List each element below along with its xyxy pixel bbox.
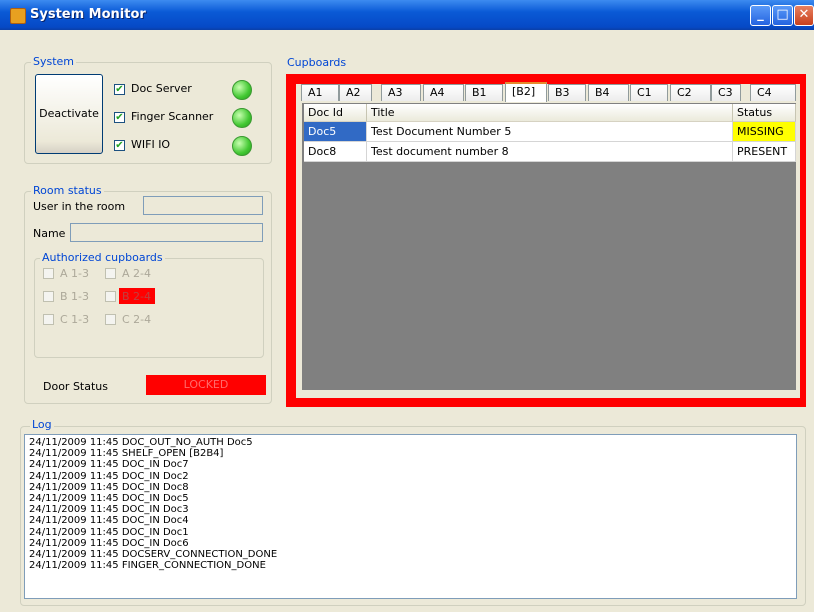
row2-doc-id[interactable]: Doc8 [304, 142, 367, 162]
app-icon [10, 8, 26, 24]
tab-c2[interactable]: C2 [670, 84, 711, 101]
cupboard-a24-checkbox[interactable] [105, 268, 116, 279]
cupboard-b24-checkbox[interactable] [105, 291, 116, 302]
row2-title[interactable]: Test document number 8 [367, 142, 733, 162]
cupboard-c24-label: C 2-4 [122, 313, 152, 326]
log-line: 24/11/2009 11:45 DOC_IN Doc5 [29, 493, 189, 505]
name-field[interactable] [70, 223, 263, 242]
wifi-io-status-icon [232, 136, 252, 156]
column-header-status[interactable]: Status [733, 104, 796, 122]
close-button[interactable]: ✕ [794, 5, 814, 26]
log-textbox[interactable]: 24/11/2009 11:45 DOC_OUT_NO_AUTH Doc5 24… [24, 434, 797, 599]
tab-b2[interactable]: [B2] [505, 82, 547, 102]
log-line: 24/11/2009 11:45 DOC_IN Doc7 [29, 459, 189, 471]
minimize-button[interactable]: _ [750, 5, 771, 26]
log-line: 24/11/2009 11:45 DOC_IN Doc1 [29, 526, 189, 538]
cupboard-b24-label: B 2-4 [122, 290, 152, 303]
window-title: System Monitor [30, 7, 146, 22]
cupboard-c24-checkbox[interactable] [105, 314, 116, 325]
finger-scanner-label: Finger Scanner [131, 110, 214, 123]
log-line: 24/11/2009 11:45 DOC_IN Doc8 [29, 481, 189, 493]
tab-a4[interactable]: A4 [423, 84, 464, 101]
tab-c1[interactable]: C1 [630, 84, 668, 101]
cupboard-c13-label: C 1-3 [60, 313, 90, 326]
tab-b1[interactable]: B1 [465, 84, 503, 101]
maximize-button[interactable]: □ [772, 5, 793, 26]
deactivate-button[interactable]: Deactivate [35, 74, 103, 154]
row2-status[interactable]: PRESENT [733, 142, 796, 162]
tab-c4[interactable]: C4 [750, 84, 796, 101]
log-line: 24/11/2009 11:45 FINGER_CONNECTION_DONE [29, 560, 266, 572]
log-line: 24/11/2009 11:45 SHELF_OPEN [B2B4] [29, 448, 224, 460]
tab-b4[interactable]: B4 [588, 84, 629, 101]
column-header-doc-id[interactable]: Doc Id [304, 104, 367, 122]
doc-server-checkbox[interactable]: ✔ [114, 84, 125, 95]
cupboard-a24-label: A 2-4 [122, 267, 151, 280]
user-field[interactable] [143, 196, 263, 215]
log-line: 24/11/2009 11:45 DOC_IN Doc3 [29, 504, 189, 516]
log-line: 24/11/2009 11:45 DOCSERV_CONNECTION_DONE [29, 549, 278, 561]
cupboard-a13-label: A 1-3 [60, 267, 89, 280]
door-status-indicator: LOCKED [146, 375, 266, 395]
wifi-io-checkbox[interactable]: ✔ [114, 140, 125, 151]
authorized-cupboards-legend: Authorized cupboards [40, 251, 165, 264]
cupboard-c13-checkbox[interactable] [43, 314, 54, 325]
wifi-io-label: WIFI IO [131, 138, 171, 151]
finger-scanner-status-icon [232, 108, 252, 128]
door-status-label: Door Status [43, 380, 109, 393]
log-line: 24/11/2009 11:45 DOC_IN Doc2 [29, 470, 189, 482]
name-label: Name [33, 227, 66, 240]
doc-server-status-icon [232, 80, 252, 100]
cupboard-b13-label: B 1-3 [60, 290, 90, 303]
doc-server-label: Doc Server [131, 82, 192, 95]
log-legend: Log [30, 418, 54, 431]
log-line: 24/11/2009 11:45 DOC_IN Doc6 [29, 537, 189, 549]
log-line: 24/11/2009 11:45 DOC_IN Doc4 [29, 515, 189, 527]
room-status-legend: Room status [31, 184, 104, 197]
tab-a1[interactable]: A1 [301, 84, 339, 101]
finger-scanner-checkbox[interactable]: ✔ [114, 112, 125, 123]
tab-c3[interactable]: C3 [711, 84, 741, 101]
system-legend: System [31, 55, 77, 68]
row1-title[interactable]: Test Document Number 5 [367, 122, 733, 142]
tab-a3[interactable]: A3 [381, 84, 421, 101]
row1-doc-id[interactable]: Doc5 [304, 122, 367, 142]
row1-status[interactable]: MISSING [733, 122, 796, 142]
column-header-title[interactable]: Title [367, 104, 733, 122]
tab-b3[interactable]: B3 [548, 84, 586, 101]
user-label: User in the room [33, 200, 126, 213]
log-line: 24/11/2009 11:45 DOC_OUT_NO_AUTH Doc5 [29, 437, 253, 448]
cupboard-a13-checkbox[interactable] [43, 268, 54, 279]
cupboards-legend: Cupboards [285, 56, 349, 69]
tab-a2[interactable]: A2 [339, 84, 372, 101]
cupboard-b13-checkbox[interactable] [43, 291, 54, 302]
